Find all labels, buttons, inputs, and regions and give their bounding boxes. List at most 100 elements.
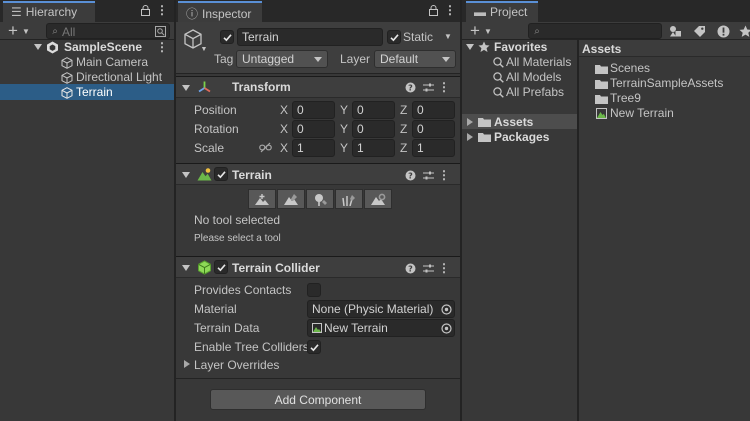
favorite-star-icon[interactable] bbox=[738, 23, 750, 39]
asset-item-terrain-sample-assets[interactable]: TerrainSampleAssets bbox=[610, 76, 723, 90]
preset-icon[interactable] bbox=[422, 262, 434, 274]
hierarchy-item-directional-light[interactable]: Directional Light bbox=[76, 70, 162, 84]
paint-details-button[interactable] bbox=[335, 189, 363, 209]
component-more-icon[interactable]: ⋮ bbox=[438, 261, 450, 275]
packages-foldout-icon[interactable] bbox=[467, 133, 473, 141]
rotation-y-label[interactable]: Y bbox=[340, 122, 348, 136]
scene-more-icon[interactable]: ⋮ bbox=[156, 40, 168, 54]
add-component-button[interactable]: Add Component bbox=[210, 389, 426, 410]
layer-overrides-label[interactable]: Layer Overrides bbox=[194, 358, 279, 372]
position-y-label[interactable]: Y bbox=[340, 103, 348, 117]
chevron-down-icon bbox=[442, 57, 450, 62]
component-more-icon[interactable]: ⋮ bbox=[438, 80, 450, 94]
object-picker-icon[interactable] bbox=[440, 322, 452, 334]
favorite-all-prefabs[interactable]: All Prefabs bbox=[506, 85, 564, 99]
position-y-field[interactable]: 0 bbox=[352, 101, 395, 119]
preset-icon[interactable] bbox=[422, 81, 434, 93]
layer-dropdown[interactable]: Default bbox=[374, 50, 456, 68]
terrain-foldout-icon[interactable] bbox=[182, 172, 190, 178]
tag-dropdown[interactable]: Untagged bbox=[236, 50, 328, 68]
more-icon[interactable]: ⋮ bbox=[444, 3, 456, 17]
favorites-label[interactable]: Favorites bbox=[494, 40, 547, 54]
warning-filter-icon[interactable] bbox=[716, 23, 730, 39]
add-icon[interactable]: + bbox=[468, 21, 482, 40]
hierarchy-item-main-camera[interactable]: Main Camera bbox=[76, 55, 148, 69]
rotation-x-label[interactable]: X bbox=[280, 122, 288, 136]
assets-foldout-icon[interactable] bbox=[467, 118, 473, 126]
rotation-y-field[interactable]: 0 bbox=[352, 120, 395, 138]
hierarchy-tab[interactable]: ☰ Hierarchy bbox=[3, 1, 95, 22]
help-icon[interactable]: ? bbox=[404, 81, 416, 93]
project-search-input[interactable]: ⌕ bbox=[528, 23, 662, 39]
layer-overrides-foldout-icon[interactable] bbox=[184, 360, 190, 368]
search-filter-icon[interactable] bbox=[154, 25, 166, 37]
scene-name[interactable]: SampleScene bbox=[64, 40, 142, 54]
tree-item-packages[interactable]: Packages bbox=[494, 130, 549, 144]
rotation-z-label[interactable]: Z bbox=[400, 122, 407, 136]
panel-divider-right[interactable] bbox=[460, 0, 462, 421]
scale-z-label[interactable]: Z bbox=[400, 141, 407, 155]
terrain-settings-icon bbox=[370, 193, 386, 206]
paint-details-icon bbox=[341, 193, 357, 206]
lock-icon[interactable] bbox=[140, 4, 150, 16]
project-splitter[interactable] bbox=[577, 40, 579, 421]
provides-contacts-checkbox[interactable] bbox=[307, 283, 321, 297]
tree-item-assets[interactable]: Assets bbox=[494, 115, 533, 129]
dropdown-arrow-icon[interactable]: ▼ bbox=[22, 22, 30, 40]
preset-icon[interactable] bbox=[422, 169, 434, 181]
position-x-field[interactable]: 0 bbox=[292, 101, 335, 119]
transform-foldout-icon[interactable] bbox=[182, 85, 190, 91]
favorites-foldout-icon[interactable] bbox=[466, 44, 474, 50]
scale-y-label[interactable]: Y bbox=[340, 141, 348, 155]
search-by-label-icon[interactable] bbox=[692, 23, 706, 39]
lock-icon[interactable] bbox=[428, 4, 438, 16]
position-x-label[interactable]: X bbox=[280, 103, 288, 117]
favorite-all-models[interactable]: All Models bbox=[506, 70, 561, 84]
terrain-enabled-checkbox[interactable] bbox=[214, 167, 228, 181]
scale-x-label[interactable]: X bbox=[280, 141, 288, 155]
terrain-collider-foldout-icon[interactable] bbox=[182, 265, 190, 271]
component-more-icon[interactable]: ⋮ bbox=[438, 168, 450, 182]
search-by-type-icon[interactable] bbox=[668, 23, 682, 39]
active-checkbox[interactable] bbox=[220, 30, 234, 44]
scale-z-field[interactable]: 1 bbox=[412, 139, 455, 157]
inspector-tab[interactable]: ⓘ Inspector bbox=[178, 1, 262, 22]
material-field[interactable]: None (Physic Material) bbox=[307, 300, 455, 318]
hierarchy-search-input[interactable]: ⌕ All bbox=[46, 23, 170, 39]
favorite-all-materials[interactable]: All Materials bbox=[506, 55, 571, 69]
object-name-field[interactable]: Terrain bbox=[237, 28, 383, 46]
create-neighbor-terrains-button[interactable] bbox=[248, 189, 276, 209]
terrain-data-field[interactable]: New Terrain bbox=[307, 319, 455, 337]
scale-x-field[interactable]: 1 bbox=[292, 139, 335, 157]
terrain-collider-enabled-checkbox[interactable] bbox=[214, 260, 228, 274]
rotation-z-field[interactable]: 0 bbox=[412, 120, 455, 138]
asset-item-scenes[interactable]: Scenes bbox=[610, 61, 650, 75]
paint-trees-button[interactable] bbox=[306, 189, 334, 209]
enable-tree-colliders-checkbox[interactable] bbox=[307, 340, 321, 354]
scale-y-field[interactable]: 1 bbox=[352, 139, 395, 157]
project-tab-label: Project bbox=[490, 5, 528, 19]
more-icon[interactable]: ⋮ bbox=[156, 3, 168, 17]
panel-divider-left[interactable] bbox=[174, 0, 176, 421]
asset-item-tree9[interactable]: Tree9 bbox=[610, 91, 641, 105]
static-dropdown-arrow-icon[interactable]: ▼ bbox=[444, 31, 452, 41]
project-tab[interactable]: ▬ Project bbox=[466, 1, 538, 22]
static-checkbox[interactable] bbox=[387, 30, 401, 44]
position-z-field[interactable]: 0 bbox=[412, 101, 455, 119]
hierarchy-item-terrain[interactable]: Terrain bbox=[76, 85, 113, 99]
dropdown-arrow-icon[interactable]: ▼ bbox=[484, 22, 492, 40]
constrain-proportions-icon[interactable] bbox=[258, 141, 272, 153]
transform-header[interactable] bbox=[176, 76, 460, 98]
icon-dropdown-arrow-icon[interactable]: ▼ bbox=[200, 45, 208, 53]
object-picker-icon[interactable] bbox=[440, 303, 452, 315]
terrain-settings-button[interactable] bbox=[364, 189, 392, 209]
asset-item-new-terrain[interactable]: New Terrain bbox=[610, 106, 674, 120]
rotation-x-field[interactable]: 0 bbox=[292, 120, 335, 138]
scene-foldout-icon[interactable] bbox=[34, 44, 42, 50]
add-icon[interactable]: + bbox=[6, 21, 20, 40]
help-icon[interactable]: ? bbox=[404, 169, 416, 181]
assets-breadcrumb[interactable]: Assets bbox=[582, 42, 621, 56]
help-icon[interactable]: ? bbox=[404, 262, 416, 274]
position-z-label[interactable]: Z bbox=[400, 103, 407, 117]
paint-terrain-button[interactable] bbox=[277, 189, 305, 209]
